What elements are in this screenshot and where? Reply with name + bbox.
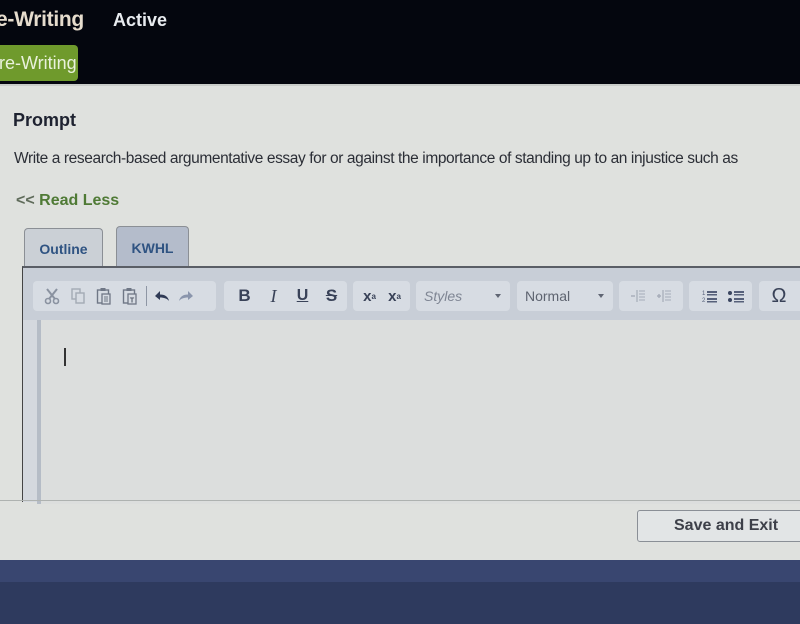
divider — [0, 500, 800, 501]
basic-styles-group: B I U S — [224, 281, 347, 311]
superscript-x: x — [388, 287, 397, 305]
tab-kwhl[interactable]: KWHL — [116, 226, 189, 268]
paste-text-icon[interactable]: T — [117, 283, 143, 309]
toolbar-separator — [146, 286, 147, 306]
editor-toolbar: T B I U S xa xa Styles Normal 1 2 Ω — [23, 268, 800, 320]
indent-icon[interactable] — [651, 283, 677, 309]
styles-dropdown-value: Styles — [424, 288, 463, 304]
rich-text-editor: T B I U S xa xa Styles Normal 1 2 Ω — [22, 266, 800, 504]
clipboard-group: T — [33, 281, 216, 311]
subscript-mark: a — [371, 291, 376, 301]
top-header: e-Writing Active re-Writing — [0, 0, 800, 84]
underline-button[interactable]: U — [288, 283, 317, 309]
chevron-down-icon — [598, 294, 604, 298]
format-dropdown[interactable]: Normal — [517, 281, 613, 311]
stage-tab-pre-writing[interactable]: re-Writing — [0, 45, 78, 81]
styles-dropdown[interactable]: Styles — [416, 281, 510, 311]
svg-text:2: 2 — [702, 298, 706, 303]
double-chevron-left-icon: << — [16, 192, 35, 209]
superscript-button[interactable]: xa — [382, 283, 407, 309]
undo-icon[interactable] — [150, 283, 174, 309]
save-and-exit-button[interactable]: Save and Exit — [637, 510, 800, 542]
bold-button[interactable]: B — [230, 283, 259, 309]
text-caret — [64, 348, 66, 366]
editor-content-area[interactable] — [37, 320, 800, 504]
list-group: 12 — [689, 281, 752, 311]
strikethrough-button[interactable]: S — [317, 283, 346, 309]
format-dropdown-value: Normal — [525, 288, 571, 304]
app-title: e-Writing — [0, 8, 84, 31]
cut-icon[interactable] — [39, 283, 65, 309]
prompt-text: Write a research-based argumentative ess… — [14, 150, 738, 167]
screen-bezel — [0, 560, 800, 624]
special-char-group: Ω — [759, 281, 800, 311]
read-less-label: Read Less — [39, 192, 120, 209]
omega-icon[interactable]: Ω — [766, 283, 792, 309]
bezel-highlight — [0, 560, 800, 582]
tab-outline[interactable]: Outline — [24, 228, 103, 268]
script-group: xa xa — [353, 281, 410, 311]
status-label: Active — [113, 10, 168, 30]
read-less-link[interactable]: << Read Less — [16, 192, 119, 210]
main-panel: Prompt Write a research-based argumentat… — [0, 84, 800, 560]
subscript-x: x — [363, 287, 372, 305]
svg-text:1: 1 — [702, 291, 706, 297]
italic-button[interactable]: I — [259, 283, 288, 309]
outdent-icon[interactable] — [625, 283, 651, 309]
bulleted-list-icon[interactable] — [723, 283, 749, 309]
indent-group — [619, 281, 683, 311]
subscript-button[interactable]: xa — [357, 283, 382, 309]
redo-icon[interactable] — [174, 283, 198, 309]
svg-text:T: T — [130, 298, 135, 305]
copy-icon[interactable] — [65, 283, 91, 309]
paste-icon[interactable] — [91, 283, 117, 309]
numbered-list-icon[interactable]: 12 — [697, 283, 723, 309]
superscript-mark: a — [396, 291, 401, 301]
chevron-down-icon — [495, 294, 501, 298]
prompt-heading: Prompt — [13, 110, 76, 130]
